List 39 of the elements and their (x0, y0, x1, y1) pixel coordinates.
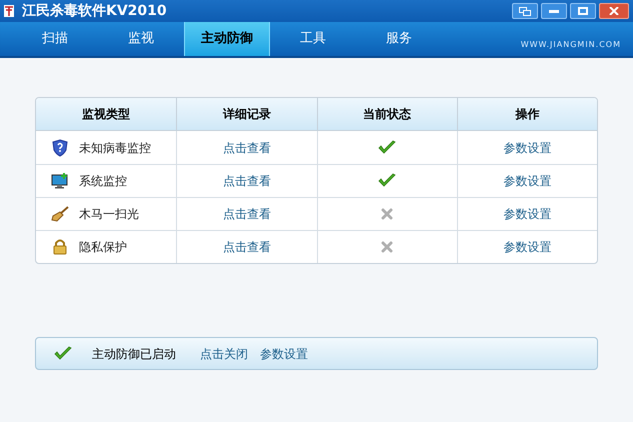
settings-link[interactable]: 参数设置 (503, 138, 552, 156)
tab[interactable]: 监视 (98, 22, 184, 56)
settings-link[interactable]: 参数设置 (503, 205, 552, 223)
column-header: 详细记录 (176, 98, 316, 130)
tab[interactable]: 服务 (356, 22, 442, 56)
tab[interactable]: 扫描 (12, 22, 98, 56)
view-link[interactable]: 点击查看 (222, 205, 271, 223)
app-logo-icon (4, 5, 14, 17)
table-cell-text: 系统监控 (79, 173, 127, 190)
table-cell-text: 隐私保护 (79, 239, 127, 256)
website-text: WWW.JIANGMIN.COM (520, 39, 621, 51)
shield-icon (52, 138, 68, 156)
monitor-icon (51, 173, 69, 189)
minimize-button[interactable] (541, 3, 567, 19)
status-text: 主动防御已启动 (92, 346, 176, 362)
padlock-icon (53, 239, 67, 255)
column-header: 当前状态 (316, 98, 457, 130)
restore-button[interactable] (512, 3, 538, 19)
table-cell-text: 未知病毒监控 (79, 140, 151, 156)
close-button[interactable] (599, 3, 629, 19)
maximize-icon (578, 7, 588, 15)
windows-icon (519, 6, 531, 16)
view-link[interactable]: 点击查看 (222, 238, 271, 256)
status-link[interactable]: 点击关闭 (200, 344, 248, 362)
table-cell-text: 木马一扫光 (79, 206, 139, 223)
status-link[interactable]: 参数设置 (260, 344, 308, 362)
tab[interactable]: 主动防御 (184, 22, 270, 56)
view-link[interactable]: 点击查看 (222, 172, 271, 190)
column-header: 操作 (456, 98, 597, 130)
minimize-icon (549, 10, 559, 12)
close-icon (609, 7, 619, 15)
column-header: 监视类型 (81, 106, 132, 123)
maximize-button[interactable] (570, 3, 596, 19)
tab[interactable]: 工具 (270, 22, 356, 56)
window-title: 江民杀毒软件KV2010 (22, 4, 167, 18)
settings-link[interactable]: 参数设置 (503, 172, 552, 190)
broom-icon (51, 206, 69, 222)
settings-link[interactable]: 参数设置 (503, 238, 552, 256)
view-link[interactable]: 点击查看 (222, 138, 271, 156)
